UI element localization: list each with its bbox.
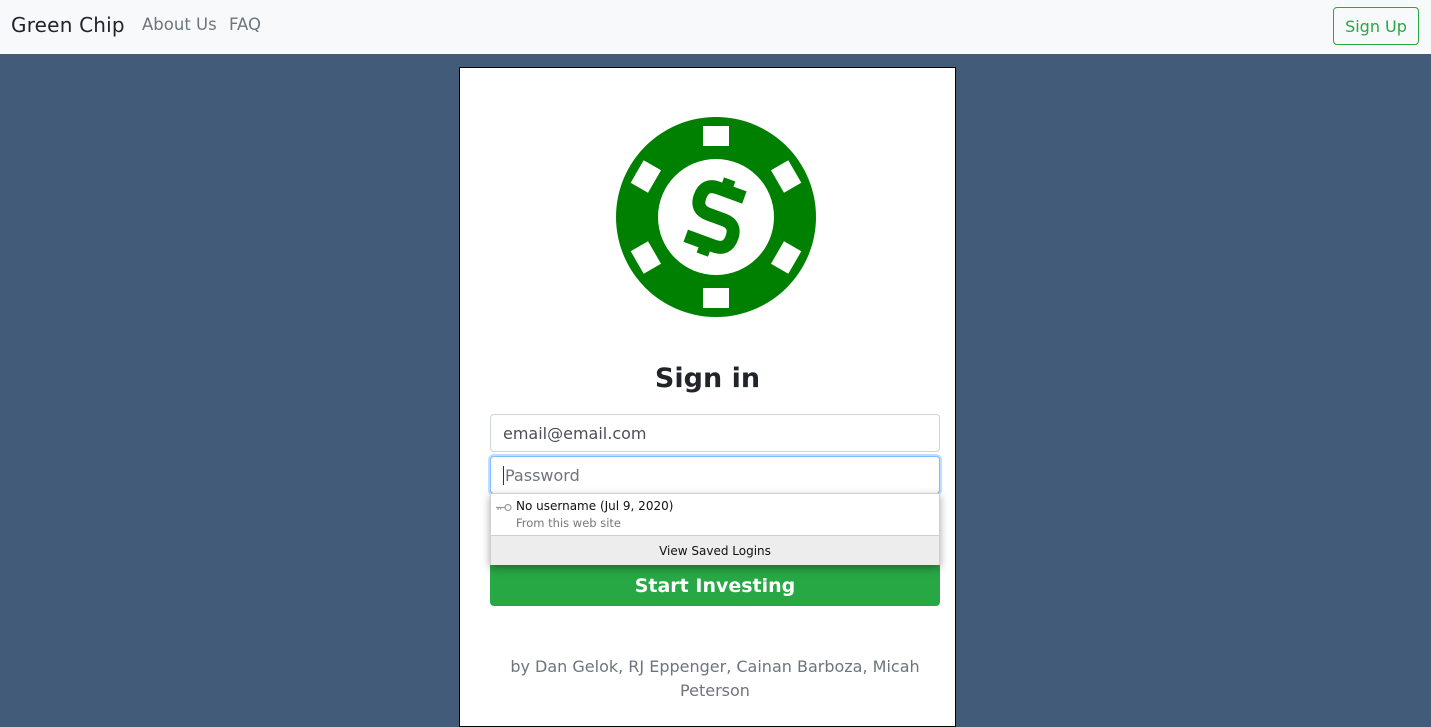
start-investing-button[interactable]: Start Investing: [490, 565, 940, 606]
text-caret: [503, 465, 504, 485]
email-field-value: email@email.com: [503, 423, 647, 443]
email-field[interactable]: email@email.com: [490, 414, 940, 452]
autofill-dropdown: No username (Jul 9, 2020) From this web …: [490, 493, 940, 565]
nav-link-faq[interactable]: FAQ: [229, 15, 261, 34]
brand-link[interactable]: Green Chip: [11, 13, 125, 37]
key-icon: [496, 503, 512, 512]
navbar: Green Chip About Us FAQ Sign Up: [0, 0, 1431, 54]
saved-login-title: No username (Jul 9, 2020): [516, 499, 674, 513]
password-placeholder: Password: [505, 465, 580, 485]
signin-card: Sign in email@email.com Password Start I…: [459, 67, 956, 727]
password-field[interactable]: Password: [490, 456, 940, 494]
sign-up-button[interactable]: Sign Up: [1333, 7, 1419, 45]
saved-login-entry[interactable]: No username (Jul 9, 2020) From this web …: [491, 494, 939, 535]
credits-text: by Dan Gelok, RJ Eppenger, Cainan Barboz…: [510, 657, 920, 700]
saved-login-subtitle: From this web site: [516, 516, 621, 530]
poker-chip-dollar-logo: [616, 117, 816, 317]
view-saved-logins-button[interactable]: View Saved Logins: [491, 535, 939, 565]
nav-link-about-us[interactable]: About Us: [142, 15, 217, 34]
signin-title: Sign in: [654, 363, 761, 394]
